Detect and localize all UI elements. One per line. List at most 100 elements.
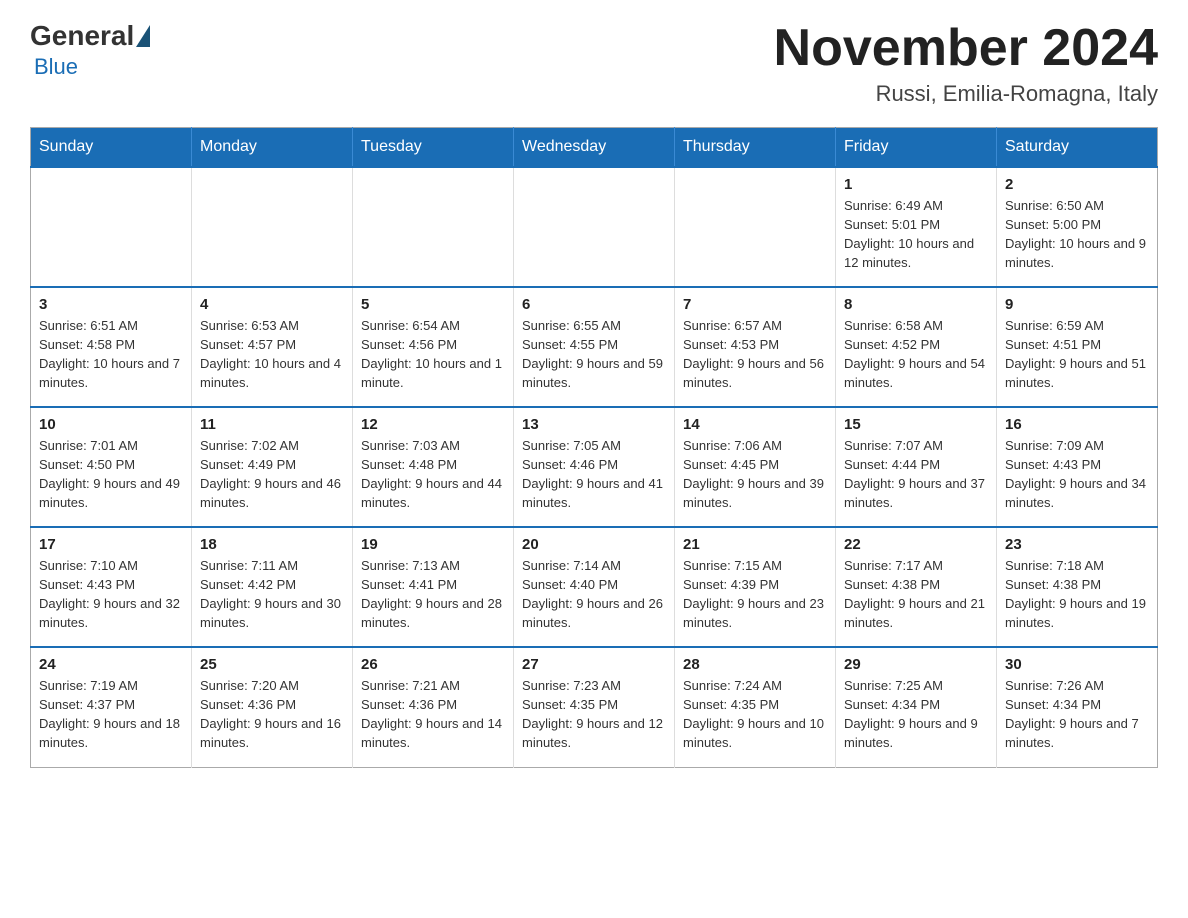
calendar-cell: 24 Sunrise: 7:19 AM Sunset: 4:37 PM Dayli… (31, 647, 192, 767)
day-number: 10 (39, 416, 183, 433)
day-info: Sunrise: 6:49 AM Sunset: 5:01 PM Dayligh… (844, 197, 988, 272)
day-info: Sunrise: 7:15 AM Sunset: 4:39 PM Dayligh… (683, 557, 827, 632)
day-info: Sunrise: 7:21 AM Sunset: 4:36 PM Dayligh… (361, 677, 505, 752)
day-info: Sunrise: 7:17 AM Sunset: 4:38 PM Dayligh… (844, 557, 988, 632)
calendar-cell (192, 167, 353, 287)
logo: General Blue (30, 20, 152, 80)
day-number: 30 (1005, 656, 1149, 673)
day-number: 15 (844, 416, 988, 433)
day-info: Sunrise: 7:11 AM Sunset: 4:42 PM Dayligh… (200, 557, 344, 632)
calendar-cell (675, 167, 836, 287)
day-number: 1 (844, 176, 988, 193)
day-info: Sunrise: 7:06 AM Sunset: 4:45 PM Dayligh… (683, 437, 827, 512)
day-info: Sunrise: 7:26 AM Sunset: 4:34 PM Dayligh… (1005, 677, 1149, 752)
day-info: Sunrise: 7:03 AM Sunset: 4:48 PM Dayligh… (361, 437, 505, 512)
calendar-cell: 30 Sunrise: 7:26 AM Sunset: 4:34 PM Dayli… (997, 647, 1158, 767)
day-info: Sunrise: 6:50 AM Sunset: 5:00 PM Dayligh… (1005, 197, 1149, 272)
calendar-cell (31, 167, 192, 287)
calendar-cell: 21 Sunrise: 7:15 AM Sunset: 4:39 PM Dayli… (675, 527, 836, 647)
day-number: 2 (1005, 176, 1149, 193)
day-number: 14 (683, 416, 827, 433)
calendar-cell: 1 Sunrise: 6:49 AM Sunset: 5:01 PM Daylig… (836, 167, 997, 287)
calendar-cell: 16 Sunrise: 7:09 AM Sunset: 4:43 PM Dayli… (997, 407, 1158, 527)
weekday-header-row: SundayMondayTuesdayWednesdayThursdayFrid… (31, 128, 1158, 168)
weekday-header-friday: Friday (836, 128, 997, 168)
day-number: 17 (39, 536, 183, 553)
month-title: November 2024 (774, 20, 1158, 77)
calendar-cell: 7Sunrise: 6:57 AM Sunset: 4:53 PM Daylig… (675, 287, 836, 407)
day-info: Sunrise: 7:02 AM Sunset: 4:49 PM Dayligh… (200, 437, 344, 512)
day-info: Sunrise: 7:01 AM Sunset: 4:50 PM Dayligh… (39, 437, 183, 512)
day-number: 9 (1005, 296, 1149, 313)
calendar-cell (514, 167, 675, 287)
day-number: 28 (683, 656, 827, 673)
day-number: 4 (200, 296, 344, 313)
calendar-cell: 10 Sunrise: 7:01 AM Sunset: 4:50 PM Dayli… (31, 407, 192, 527)
calendar-week-row: 24 Sunrise: 7:19 AM Sunset: 4:37 PM Dayli… (31, 647, 1158, 767)
logo-general-text: General (30, 20, 134, 52)
calendar-cell: 25Sunrise: 7:20 AM Sunset: 4:36 PM Dayli… (192, 647, 353, 767)
day-number: 24 (39, 656, 183, 673)
calendar-cell: 27Sunrise: 7:23 AM Sunset: 4:35 PM Dayli… (514, 647, 675, 767)
day-number: 21 (683, 536, 827, 553)
weekday-header-monday: Monday (192, 128, 353, 168)
calendar-week-row: 1 Sunrise: 6:49 AM Sunset: 5:01 PM Daylig… (31, 167, 1158, 287)
day-info: Sunrise: 6:58 AM Sunset: 4:52 PM Dayligh… (844, 317, 988, 392)
page-header: General Blue November 2024 Russi, Emilia… (30, 20, 1158, 107)
day-info: Sunrise: 6:59 AM Sunset: 4:51 PM Dayligh… (1005, 317, 1149, 392)
day-number: 5 (361, 296, 505, 313)
calendar-cell: 18 Sunrise: 7:11 AM Sunset: 4:42 PM Dayli… (192, 527, 353, 647)
day-number: 12 (361, 416, 505, 433)
calendar-cell: 4 Sunrise: 6:53 AM Sunset: 4:57 PM Daylig… (192, 287, 353, 407)
logo-blue-text: Blue (34, 54, 78, 80)
calendar-cell: 14 Sunrise: 7:06 AM Sunset: 4:45 PM Dayli… (675, 407, 836, 527)
calendar-cell: 23Sunrise: 7:18 AM Sunset: 4:38 PM Dayli… (997, 527, 1158, 647)
calendar-cell: 22 Sunrise: 7:17 AM Sunset: 4:38 PM Dayli… (836, 527, 997, 647)
title-section: November 2024 Russi, Emilia-Romagna, Ita… (774, 20, 1158, 107)
day-number: 13 (522, 416, 666, 433)
day-info: Sunrise: 6:54 AM Sunset: 4:56 PM Dayligh… (361, 317, 505, 392)
calendar-cell: 13 Sunrise: 7:05 AM Sunset: 4:46 PM Dayli… (514, 407, 675, 527)
day-info: Sunrise: 6:51 AM Sunset: 4:58 PM Dayligh… (39, 317, 183, 392)
day-info: Sunrise: 6:57 AM Sunset: 4:53 PM Dayligh… (683, 317, 827, 392)
day-info: Sunrise: 7:19 AM Sunset: 4:37 PM Dayligh… (39, 677, 183, 752)
day-number: 20 (522, 536, 666, 553)
day-info: Sunrise: 6:53 AM Sunset: 4:57 PM Dayligh… (200, 317, 344, 392)
day-info: Sunrise: 7:10 AM Sunset: 4:43 PM Dayligh… (39, 557, 183, 632)
day-info: Sunrise: 7:18 AM Sunset: 4:38 PM Dayligh… (1005, 557, 1149, 632)
calendar-cell: 28Sunrise: 7:24 AM Sunset: 4:35 PM Dayli… (675, 647, 836, 767)
calendar-cell: 5 Sunrise: 6:54 AM Sunset: 4:56 PM Daylig… (353, 287, 514, 407)
calendar-body: 1 Sunrise: 6:49 AM Sunset: 5:01 PM Daylig… (31, 167, 1158, 767)
day-number: 6 (522, 296, 666, 313)
day-info: Sunrise: 7:09 AM Sunset: 4:43 PM Dayligh… (1005, 437, 1149, 512)
day-number: 8 (844, 296, 988, 313)
calendar-week-row: 17 Sunrise: 7:10 AM Sunset: 4:43 PM Dayli… (31, 527, 1158, 647)
day-info: Sunrise: 7:14 AM Sunset: 4:40 PM Dayligh… (522, 557, 666, 632)
day-info: Sunrise: 6:55 AM Sunset: 4:55 PM Dayligh… (522, 317, 666, 392)
day-info: Sunrise: 7:13 AM Sunset: 4:41 PM Dayligh… (361, 557, 505, 632)
calendar-header: SundayMondayTuesdayWednesdayThursdayFrid… (31, 128, 1158, 168)
calendar-cell: 20 Sunrise: 7:14 AM Sunset: 4:40 PM Dayli… (514, 527, 675, 647)
calendar-cell: 8 Sunrise: 6:58 AM Sunset: 4:52 PM Daylig… (836, 287, 997, 407)
day-number: 16 (1005, 416, 1149, 433)
calendar-table: SundayMondayTuesdayWednesdayThursdayFrid… (30, 127, 1158, 768)
day-number: 18 (200, 536, 344, 553)
weekday-header-saturday: Saturday (997, 128, 1158, 168)
day-number: 27 (522, 656, 666, 673)
weekday-header-sunday: Sunday (31, 128, 192, 168)
calendar-cell: 2 Sunrise: 6:50 AM Sunset: 5:00 PM Daylig… (997, 167, 1158, 287)
logo-triangle-icon (136, 25, 150, 47)
calendar-cell: 17 Sunrise: 7:10 AM Sunset: 4:43 PM Dayli… (31, 527, 192, 647)
day-number: 26 (361, 656, 505, 673)
day-number: 19 (361, 536, 505, 553)
day-info: Sunrise: 7:25 AM Sunset: 4:34 PM Dayligh… (844, 677, 988, 752)
weekday-header-wednesday: Wednesday (514, 128, 675, 168)
day-number: 25 (200, 656, 344, 673)
weekday-header-tuesday: Tuesday (353, 128, 514, 168)
calendar-cell: 15Sunrise: 7:07 AM Sunset: 4:44 PM Dayli… (836, 407, 997, 527)
calendar-week-row: 10 Sunrise: 7:01 AM Sunset: 4:50 PM Dayli… (31, 407, 1158, 527)
day-number: 11 (200, 416, 344, 433)
calendar-week-row: 3Sunrise: 6:51 AM Sunset: 4:58 PM Daylig… (31, 287, 1158, 407)
day-info: Sunrise: 7:05 AM Sunset: 4:46 PM Dayligh… (522, 437, 666, 512)
day-number: 22 (844, 536, 988, 553)
